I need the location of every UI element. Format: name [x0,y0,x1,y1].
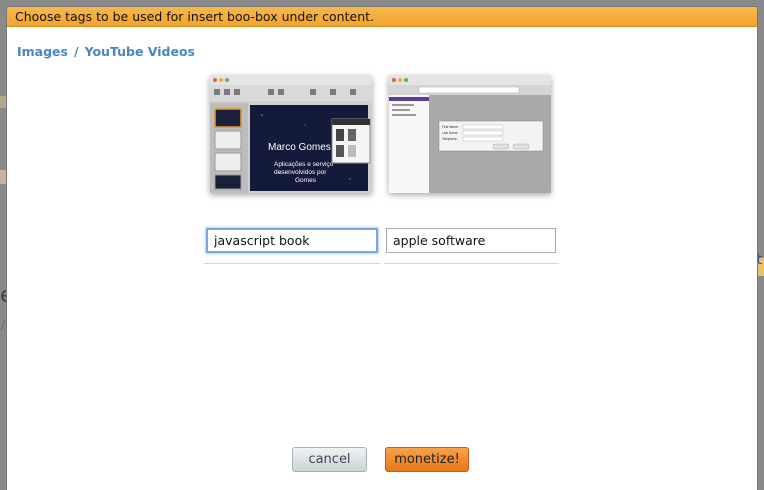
background-text-fragment: / [1,318,6,332]
modal-title-bar: Choose tags to be used for insert boo-bo… [7,7,757,27]
tag-input-2[interactable] [386,228,556,253]
youtube-videos-link[interactable]: YouTube Videos [85,44,195,59]
presentation-title: Marco Gomes [268,142,331,153]
background-page-fragment [0,96,7,108]
form-field-label: First Name: [442,125,459,129]
modal-title: Choose tags to be used for insert boo-bo… [15,9,374,24]
breadcrumb: Images / YouTube Videos [17,44,195,59]
form-field-label: Last Name: [442,131,458,135]
background-page-fragment [0,170,7,184]
monetize-button[interactable]: monetize! [385,447,469,472]
tag-selection-modal: Choose tags to be used for insert boo-bo… [7,7,757,490]
tag-divider [204,263,380,264]
tag-input-1[interactable] [206,228,378,253]
presentation-subtitle: Aplicações e serviço [274,161,334,168]
presentation-screenshot-image: Marco Gomes Aplicações e serviço desenvo… [210,75,372,193]
form-screenshot-image: First Name: Last Name: Telephone: [389,75,551,193]
content-thumbnail-presentation[interactable]: Marco Gomes Aplicações e serviço desenvo… [210,75,372,193]
tag-divider [384,263,559,264]
form-field-label: Telephone: [442,137,458,141]
content-thumbnail-form[interactable]: First Name: Last Name: Telephone: [389,75,551,193]
breadcrumb-separator: / [73,44,79,59]
images-link[interactable]: Images [17,44,68,59]
presentation-subtitle: desenvolvidos por [274,169,327,176]
cancel-button[interactable]: cancel [292,447,367,472]
background-text-fragment: t [756,252,763,268]
presentation-subtitle: Gomes [295,177,317,184]
